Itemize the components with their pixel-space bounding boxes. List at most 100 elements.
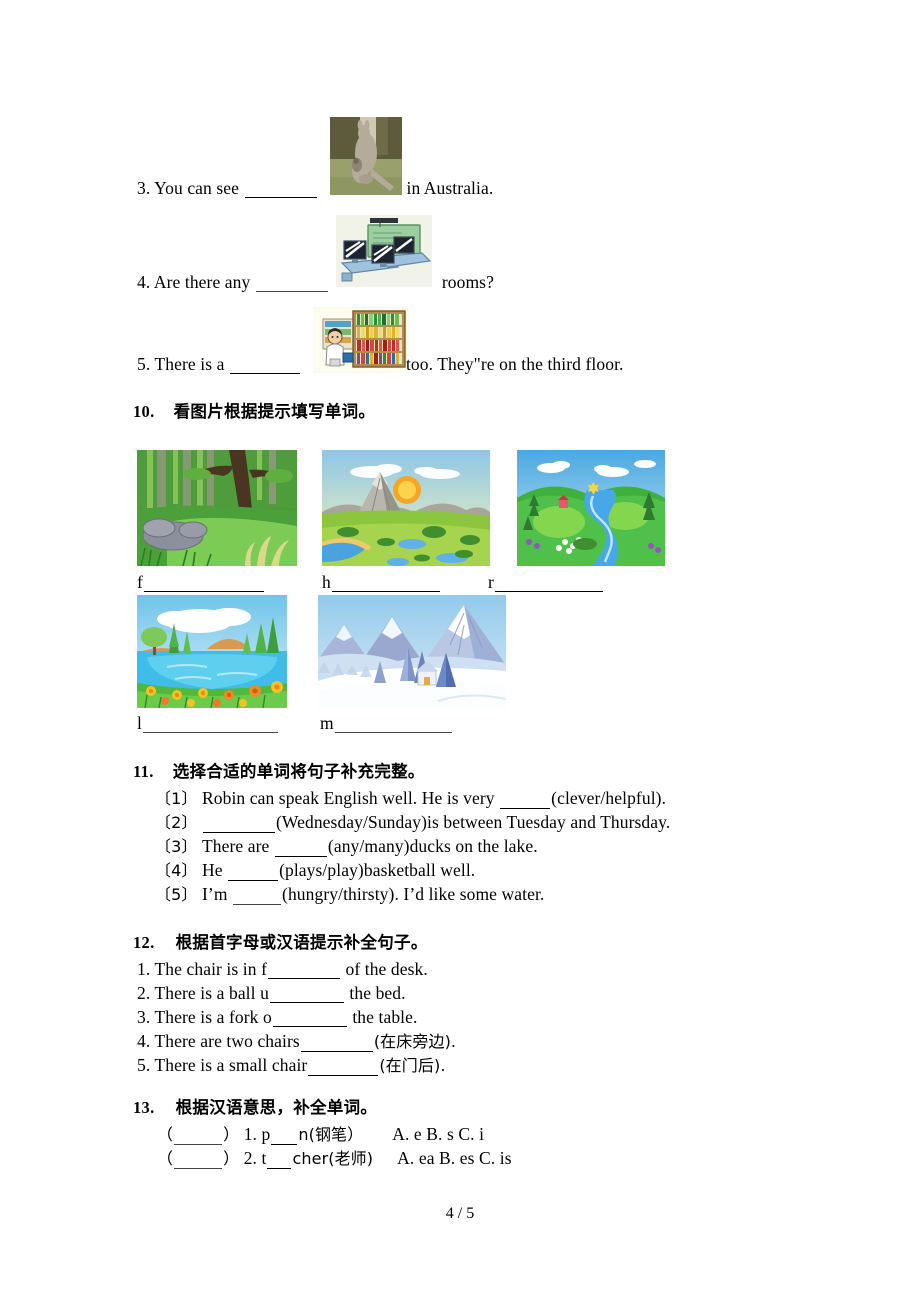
item-text-after: (clever/helpful). [551,788,667,808]
item-text-before: Robin can speak English well. He is very [201,788,495,808]
forest-illustration [137,450,297,566]
item-number: 3. [137,178,151,198]
section-11-item-3: 〔3〕 There are (any/many)ducks on the lak… [155,836,538,857]
section-11-number: 11. [133,762,154,781]
answer-blank[interactable] [300,1037,373,1052]
answer-blank[interactable] [308,1061,379,1076]
section-13-title: 根据汉语意思，补全单词。 [175,1098,378,1117]
item-text-before: There is a small chair [154,1055,308,1075]
answer-blank[interactable] [228,866,279,881]
answer-blank[interactable] [334,719,452,733]
answer-blank[interactable] [272,1012,347,1027]
item-text-after: (在床旁边). [373,1032,457,1051]
item-marker: 〔1〕 [155,789,198,808]
item-marker: 2. [243,1148,258,1168]
item-text-before: He [201,860,223,880]
section-10-title: 看图片根据提示填写单词。 [173,402,376,421]
item-text-after: rooms? [441,272,494,292]
answer-blank[interactable] [331,577,440,592]
item-text-before: I’m [201,884,228,904]
answer-blank[interactable] [202,818,275,833]
choice-paren-open: （ [157,1125,174,1144]
answer-blank[interactable] [267,1154,292,1169]
section-11-heading: 11. 选择合适的单词将句子补充完整。 [133,762,425,782]
hint-letter: m [320,713,334,733]
hint-letter: l [137,713,142,733]
item-text-after: (plays/play)basketball well. [279,860,476,880]
river-valley-illustration [517,450,665,566]
snow-mountain-illustration [318,595,506,708]
hint-letter: f [137,572,143,592]
lake-illustration [137,595,287,708]
section-11-item-1: 〔1〕 Robin can speak English well. He is … [155,788,666,809]
section-13-item-1: （ ） 1. p n(钢笔） A. e B. s C. i [157,1124,484,1145]
item-marker: 〔2〕 [155,813,198,832]
section-13-heading: 13. 根据汉语意思，补全单词。 [133,1098,377,1118]
answer-blank[interactable] [500,794,551,809]
answer-blank[interactable] [274,842,327,857]
stem-before: t [261,1148,267,1168]
item-text-after: too. They"re on the third floor. [405,354,624,374]
item-text-before: There is a ball u [154,983,269,1003]
item-text-before: Are there any [153,272,251,292]
item-text-after: (Wednesday/Sunday)is between Tuesday and… [275,812,671,832]
item-text-before: You can see [154,178,240,198]
item-marker: 5. [137,1055,151,1075]
section-12-number: 12. [133,933,155,952]
options: A. e B. s C. i [392,1124,485,1144]
hint-river: r [488,572,604,592]
item-text-after: the table. [352,1007,418,1027]
choice-blank[interactable] [174,1155,223,1169]
item-text-after: in Australia. [406,178,494,198]
answer-blank[interactable] [244,183,317,198]
hint-forest: f [137,572,265,592]
item-marker: 3. [137,1007,151,1027]
choice-blank[interactable] [174,1131,223,1145]
item-marker: 〔5〕 [155,885,198,904]
section-10-heading: 10. 看图片根据提示填写单词。 [133,402,375,422]
choice-paren-close: ） [223,1149,240,1168]
section-12-item-4: 4. There are two chairs (在床旁边). [137,1031,456,1052]
answer-blank[interactable] [142,719,278,733]
item-text-before: There are two chairs [154,1031,300,1051]
section-12-title: 根据首字母或汉语提示补全句子。 [175,933,428,952]
item-number: 5. [137,354,151,374]
answer-blank[interactable] [143,577,264,592]
answer-blank[interactable] [269,988,344,1003]
stem-after: cher(老师) [292,1149,374,1168]
item-text-after: of the desk. [345,959,428,979]
section-11-item-5: 〔5〕 I’m (hungry/thirsty). I’d like some … [155,884,544,905]
answer-blank[interactable] [271,1130,298,1145]
item-text-after: (在门后). [379,1056,446,1075]
stem-before: p [261,1124,271,1144]
item-text-after: (any/many)ducks on the lake. [327,836,538,856]
item-number: 4. [137,272,151,292]
hint-mountain: m [320,713,453,733]
answer-blank[interactable] [268,964,340,979]
section-10-number: 10. [133,402,155,421]
section-11-title: 选择合适的单词将句子补充完整。 [172,762,425,781]
answer-blank[interactable] [494,577,603,592]
worksheet-page: 3. You can see in Australia. 4. Are ther… [0,0,920,1302]
section-12-item-2: 2. There is a ball u the bed. [137,983,406,1003]
answer-blank[interactable] [255,278,328,292]
fill-picture-item-4: 4. Are there any rooms? [137,272,494,292]
section-12-item-1: 1. The chair is in f of the desk. [137,959,428,979]
item-marker: 1. [243,1124,258,1144]
section-12-item-3: 3. There is a fork o the table. [137,1007,417,1027]
fill-picture-item-5: 5. There is a too. They"re on the third … [137,354,624,374]
answer-blank[interactable] [229,359,300,374]
item-text-before: The chair is in f [154,959,267,979]
item-text-before: There are [201,836,270,856]
item-text-before: There is a fork o [154,1007,272,1027]
section-12-item-5: 5. There is a small chair (在门后). [137,1055,446,1076]
page-number: 4 / 5 [445,1205,475,1222]
section-11-item-4: 〔4〕 He (plays/play)basketball well. [155,860,475,881]
section-13-item-2: （ ） 2. t cher(老师) A. ea B. es C. is [157,1148,512,1169]
item-text-after: (hungry/thirsty). I’d like some water. [282,884,545,904]
choice-paren-open: （ [157,1149,174,1168]
hint-letter: r [488,572,494,592]
item-marker: 2. [137,983,151,1003]
answer-blank[interactable] [233,891,282,905]
options: A. ea B. es C. is [397,1148,512,1168]
